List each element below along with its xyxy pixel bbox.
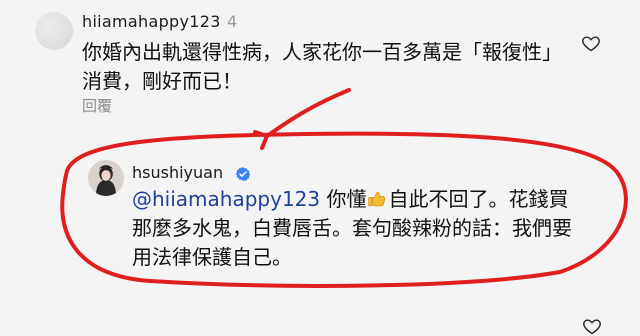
- comment-from-hiiamahappy123: hiiamahappy123 4 你婚內出軌還得性病，人家花你一百多萬是「報復性…: [0, 0, 640, 115]
- comment-username[interactable]: hsushiyuan: [132, 163, 223, 182]
- profile-photo-icon: [88, 160, 124, 196]
- comment-text: @hiiamahappy123 你懂 自此不回了。花錢買那麼多水鬼，白費唇舌。套…: [132, 185, 587, 272]
- heart-icon[interactable]: [582, 316, 602, 336]
- comment-thread-screen: hiiamahappy123 4 你婚內出軌還得性病，人家花你一百多萬是「報復性…: [0, 0, 640, 335]
- comment-time: 4: [227, 12, 238, 31]
- reply-button[interactable]: 回覆: [82, 95, 112, 116]
- comment-username[interactable]: hiiamahappy123: [82, 12, 221, 31]
- thumbs-up-icon: [368, 191, 386, 207]
- avatar[interactable]: [88, 160, 124, 196]
- comment-text: 你婚內出軌還得性病，人家花你一百多萬是「報復性」消費，剛好而已！: [82, 40, 562, 93]
- verified-badge-icon: [235, 167, 251, 181]
- comment-text-segment: 你懂: [320, 187, 367, 211]
- avatar[interactable]: [35, 12, 73, 50]
- mention-link[interactable]: @hiiamahappy123: [132, 187, 320, 211]
- comment-from-hsushiyuan: hsushiyuan @hiiamahappy123 你懂 自此不回了。花錢買那…: [0, 135, 640, 335]
- heart-icon[interactable]: [581, 33, 601, 53]
